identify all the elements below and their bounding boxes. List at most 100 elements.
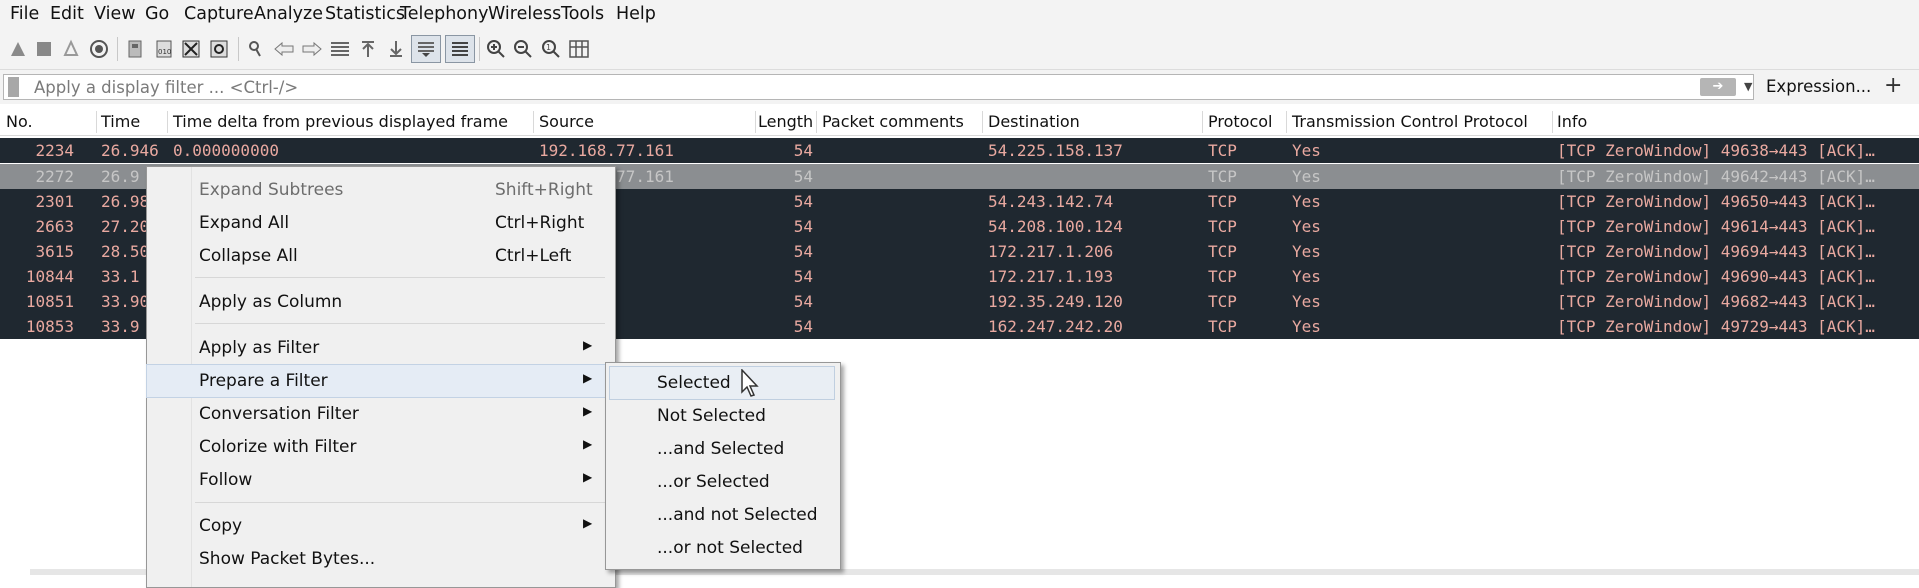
column-divider[interactable] bbox=[755, 111, 756, 133]
cell-protocol: TCP bbox=[1208, 317, 1237, 336]
go-back-icon[interactable] bbox=[270, 35, 298, 63]
colorize-icon[interactable] bbox=[445, 35, 475, 63]
menu-item-apply-as-filter[interactable]: Apply as Filter ▶ bbox=[147, 332, 613, 364]
cell-no: 2301 bbox=[35, 192, 74, 211]
context-menu: Expand Subtrees Shift+Right Expand All C… bbox=[146, 166, 616, 588]
submenu-arrow-icon: ▶ bbox=[583, 371, 593, 385]
col-header-time[interactable]: Time bbox=[101, 109, 140, 135]
menu-item-colorize-with-filter[interactable]: Colorize with Filter ▶ bbox=[147, 431, 613, 463]
column-divider[interactable] bbox=[1552, 111, 1553, 133]
col-header-length[interactable]: Length bbox=[758, 109, 813, 135]
col-header-info[interactable]: Info bbox=[1557, 109, 1587, 135]
col-header-source[interactable]: Source bbox=[539, 109, 594, 135]
menu-item-label: Expand Subtrees bbox=[199, 180, 344, 200]
add-filter-button[interactable]: + bbox=[1884, 73, 1902, 98]
column-divider[interactable] bbox=[1202, 111, 1203, 133]
menu-tools[interactable]: Tools bbox=[561, 4, 604, 24]
menu-separator bbox=[195, 502, 605, 503]
cell-info: [TCP ZeroWindow] 49690→443 [ACK]… bbox=[1557, 267, 1875, 286]
menu-item-prepare-a-filter[interactable]: Prepare a Filter ▶ bbox=[146, 364, 614, 398]
menu-view[interactable]: View bbox=[94, 4, 136, 24]
menu-telephony[interactable]: Telephony bbox=[400, 4, 488, 24]
auto-scroll-icon[interactable] bbox=[411, 35, 441, 63]
menu-item-collapse-all[interactable]: Collapse All Ctrl+Left bbox=[147, 240, 613, 272]
menu-item-apply-as-column[interactable]: Apply as Column bbox=[147, 286, 613, 318]
menu-edit[interactable]: Edit bbox=[50, 4, 84, 24]
save-file-icon[interactable]: 010 bbox=[150, 35, 178, 63]
close-file-icon[interactable] bbox=[177, 35, 205, 63]
menu-item-label: Colorize with Filter bbox=[199, 437, 357, 457]
open-file-icon[interactable] bbox=[122, 35, 150, 63]
menu-item-follow[interactable]: Follow ▶ bbox=[147, 464, 613, 496]
cell-info: [TCP ZeroWindow] 49694→443 [ACK]… bbox=[1557, 242, 1875, 261]
menu-capture[interactable]: Capture bbox=[184, 4, 254, 24]
menu-item-show-packet-bytes[interactable]: Show Packet Bytes... bbox=[147, 543, 613, 575]
menu-item-conversation-filter[interactable]: Conversation Filter ▶ bbox=[147, 398, 613, 430]
capture-options-icon[interactable] bbox=[85, 35, 113, 63]
cell-tcp: Yes bbox=[1292, 317, 1321, 336]
submenu-item-selected[interactable]: Selected bbox=[609, 366, 835, 400]
packet-list-header: No. Time Time delta from previous displa… bbox=[0, 109, 1919, 136]
column-divider[interactable] bbox=[982, 111, 983, 133]
col-header-protocol[interactable]: Protocol bbox=[1208, 109, 1272, 135]
go-forward-icon[interactable] bbox=[298, 35, 326, 63]
menu-item-label: Conversation Filter bbox=[199, 404, 359, 424]
filter-bookmark-icon[interactable] bbox=[8, 77, 19, 97]
menu-analyze[interactable]: Analyze bbox=[254, 4, 323, 24]
expression-button[interactable]: Expression... bbox=[1766, 77, 1871, 96]
col-header-time-delta[interactable]: Time delta from previous displayed frame bbox=[173, 109, 508, 135]
menu-file[interactable]: File bbox=[10, 4, 39, 24]
submenu-item-or-not-selected[interactable]: ...or not Selected bbox=[606, 532, 838, 564]
cell-tcp: Yes bbox=[1292, 167, 1321, 186]
normal-size-icon[interactable]: 1 bbox=[537, 35, 565, 63]
submenu-item-or-selected[interactable]: ...or Selected bbox=[606, 466, 838, 498]
toolbar-separator bbox=[117, 37, 118, 61]
display-filter-input[interactable]: Apply a display filter ... <Ctrl-/> ➔ ▼ bbox=[3, 74, 1754, 100]
submenu-item-and-not-selected[interactable]: ...and not Selected bbox=[606, 499, 838, 531]
col-header-destination[interactable]: Destination bbox=[988, 109, 1080, 135]
col-header-tcp[interactable]: Transmission Control Protocol bbox=[1292, 109, 1528, 135]
start-capture-icon[interactable] bbox=[4, 35, 32, 63]
cell-no: 10853 bbox=[25, 317, 74, 336]
col-header-packet-comments[interactable]: Packet comments bbox=[822, 109, 964, 135]
cell-no: 2663 bbox=[35, 217, 74, 236]
go-first-packet-icon[interactable] bbox=[354, 35, 382, 63]
cell-info: [TCP ZeroWindow] 49642→443 [ACK]… bbox=[1557, 167, 1875, 186]
menu-go[interactable]: Go bbox=[145, 4, 169, 24]
column-divider[interactable] bbox=[816, 111, 817, 133]
go-last-packet-icon[interactable] bbox=[382, 35, 410, 63]
column-divider[interactable] bbox=[167, 111, 168, 133]
restart-capture-icon[interactable] bbox=[57, 35, 85, 63]
zoom-in-icon[interactable] bbox=[482, 35, 510, 63]
cell-destination: 54.225.158.137 bbox=[988, 141, 1123, 160]
cell-time: 33.1 bbox=[101, 267, 140, 286]
packet-row[interactable]: 2234 26.946 0.000000000 192.168.77.161 5… bbox=[0, 138, 1919, 163]
menu-item-copy[interactable]: Copy ▶ bbox=[147, 510, 613, 542]
submenu-item-not-selected[interactable]: Not Selected bbox=[606, 400, 838, 432]
cell-time: 26.9 bbox=[101, 167, 140, 186]
submenu-item-label: ...and Selected bbox=[657, 439, 785, 459]
menu-separator bbox=[195, 277, 605, 278]
cell-protocol: TCP bbox=[1208, 141, 1237, 160]
svg-text:1: 1 bbox=[546, 43, 551, 52]
menu-item-expand-subtrees[interactable]: Expand Subtrees Shift+Right bbox=[147, 174, 613, 206]
menu-item-label: Copy bbox=[199, 516, 243, 536]
apply-filter-arrow-icon[interactable]: ➔ bbox=[1700, 78, 1736, 96]
col-header-no[interactable]: No. bbox=[6, 109, 33, 135]
menu-wireless[interactable]: Wireless bbox=[488, 4, 561, 24]
reload-file-icon[interactable] bbox=[205, 35, 233, 63]
chevron-down-icon[interactable]: ▼ bbox=[1744, 80, 1752, 93]
go-to-packet-icon[interactable] bbox=[326, 35, 354, 63]
column-divider[interactable] bbox=[96, 111, 97, 133]
submenu-arrow-icon: ▶ bbox=[583, 437, 593, 451]
menu-statistics[interactable]: Statistics bbox=[325, 4, 405, 24]
column-divider[interactable] bbox=[1286, 111, 1287, 133]
menu-help[interactable]: Help bbox=[616, 4, 656, 24]
zoom-out-icon[interactable] bbox=[509, 35, 537, 63]
find-packet-icon[interactable] bbox=[242, 35, 270, 63]
stop-capture-icon[interactable] bbox=[30, 35, 58, 63]
submenu-item-and-selected[interactable]: ...and Selected bbox=[606, 433, 838, 465]
menu-item-expand-all[interactable]: Expand All Ctrl+Right bbox=[147, 207, 613, 239]
column-divider[interactable] bbox=[533, 111, 534, 133]
resize-columns-icon[interactable] bbox=[565, 35, 593, 63]
